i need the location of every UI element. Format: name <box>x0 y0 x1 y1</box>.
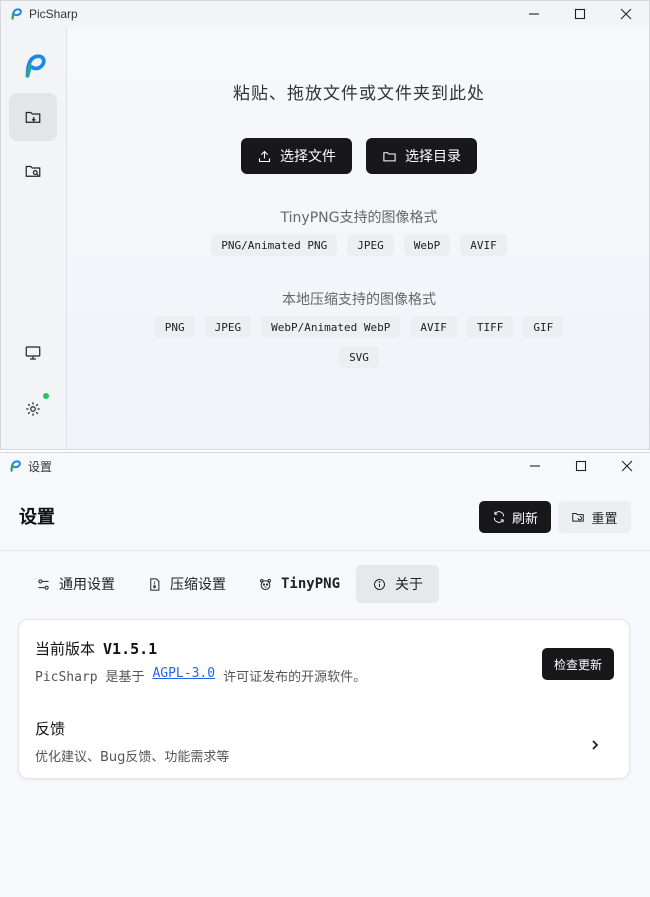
sidebar-compress-files[interactable] <box>9 93 57 141</box>
maximize-button[interactable] <box>558 453 604 479</box>
format-chip: PNG/Animated PNG <box>211 234 338 256</box>
format-chip: AVIF <box>410 316 457 338</box>
file-zip-icon <box>150 577 160 591</box>
version-label: 当前版本 <box>35 640 96 658</box>
select-folder-label: 选择目录 <box>405 149 461 165</box>
page-title: 设置 <box>19 507 55 528</box>
folder-file-icon <box>25 111 41 123</box>
tab-general[interactable]: 通用设置 <box>20 565 131 603</box>
maximize-button[interactable] <box>557 1 603 27</box>
reset-label: 重置 <box>591 511 618 527</box>
app-logo-icon <box>11 8 22 20</box>
chevron-right-icon <box>589 736 601 750</box>
tab-tinypng[interactable]: TinyPNG <box>242 565 356 603</box>
main-window: PicSharp 粘贴、拖放文件或文件夹到此处 选择文件 选择目录 TinyPN… <box>0 0 650 450</box>
tab-compression[interactable]: 压缩设置 <box>131 565 242 603</box>
tinypng-formats-title: TinyPNG支持的图像格式 <box>280 210 438 226</box>
version-number: V1.5.1 <box>103 640 158 658</box>
drop-zone[interactable]: 粘贴、拖放文件或文件夹到此处 选择文件 选择目录 TinyPNG支持的图像格式 … <box>67 27 649 449</box>
reset-button[interactable]: 重置 <box>558 501 631 533</box>
sidebar-monitor[interactable] <box>9 329 57 377</box>
license-prefix: PicSharp 是基于 <box>35 670 145 685</box>
format-chip: AVIF <box>460 234 507 256</box>
format-chip: PNG <box>154 316 195 338</box>
picsharp-logo-icon <box>25 54 46 78</box>
drop-title: 粘贴、拖放文件或文件夹到此处 <box>233 84 485 104</box>
minimize-button[interactable] <box>511 1 557 27</box>
folder-icon <box>383 151 396 161</box>
version-line: 当前版本 V1.5.1 <box>35 638 157 659</box>
tab-about[interactable]: 关于 <box>356 565 440 603</box>
local-formats: PNG JPEG WebP/Animated WebP AVIF TIFF GI… <box>67 316 649 368</box>
format-chip: GIF <box>523 316 564 338</box>
format-chip: JPEG <box>347 234 394 256</box>
settings-window: 设置 设置 刷新 重置 通用设置 压缩设置 TinyPNG 关于 当前版本 V1… <box>0 452 650 897</box>
sliders-icon <box>38 578 49 590</box>
select-files-button[interactable]: 选择文件 <box>241 138 352 174</box>
tab-label: 压缩设置 <box>170 577 226 593</box>
panda-icon <box>260 578 271 590</box>
sidebar <box>1 27 67 449</box>
feedback-subtitle: 优化建议、Bug反馈、功能需求等 <box>35 750 230 765</box>
sidebar-settings[interactable] <box>9 385 57 433</box>
select-folder-button[interactable]: 选择目录 <box>366 138 477 174</box>
folder-reset-icon <box>572 513 585 522</box>
license-line: PicSharp 是基于 AGPL-3.0 许可证发布的开源软件。 <box>35 666 366 685</box>
format-chip: WebP <box>403 234 451 256</box>
tab-label: 通用设置 <box>59 577 115 593</box>
format-chip: SVG <box>339 346 379 368</box>
folder-search-icon <box>25 165 41 177</box>
minimize-button[interactable] <box>512 453 558 479</box>
license-suffix: 许可证发布的开源软件。 <box>223 670 367 685</box>
tab-label: 关于 <box>395 577 424 593</box>
check-update-button[interactable]: 检查更新 <box>541 648 614 680</box>
settings-window-title: 设置 <box>28 459 53 474</box>
refresh-button[interactable]: 刷新 <box>479 501 551 533</box>
format-chip: JPEG <box>204 316 252 338</box>
status-dot <box>43 393 49 399</box>
refresh-label: 刷新 <box>511 511 538 527</box>
app-logo-icon <box>10 460 21 472</box>
main-titlebar: PicSharp <box>1 1 649 27</box>
refresh-icon <box>493 511 505 523</box>
tinypng-formats: PNG/Animated PNG JPEG WebP AVIF <box>67 234 649 256</box>
gear-icon <box>26 402 40 416</box>
settings-titlebar: 设置 <box>0 453 650 479</box>
close-button[interactable] <box>604 453 650 479</box>
format-chip: TIFF <box>466 316 514 338</box>
format-chip: WebP/Animated WebP <box>261 316 401 338</box>
about-card: 当前版本 V1.5.1 PicSharp 是基于 AGPL-3.0 许可证发布的… <box>18 619 630 779</box>
close-button[interactable] <box>603 1 649 27</box>
window-title: PicSharp <box>29 7 78 21</box>
tab-label: TinyPNG <box>281 576 341 592</box>
select-files-label: 选择文件 <box>280 149 336 165</box>
sidebar-watch-folder[interactable] <box>9 147 57 195</box>
license-link[interactable]: AGPL-3.0 <box>152 666 215 685</box>
feedback-title: 反馈 <box>35 720 66 738</box>
settings-header: 设置 刷新 重置 <box>0 479 650 551</box>
settings-tabs: 通用设置 压缩设置 TinyPNG 关于 <box>20 565 440 603</box>
monitor-icon <box>25 346 41 360</box>
upload-icon <box>258 150 271 162</box>
local-formats-title: 本地压缩支持的图像格式 <box>282 292 436 308</box>
info-icon <box>374 578 386 590</box>
